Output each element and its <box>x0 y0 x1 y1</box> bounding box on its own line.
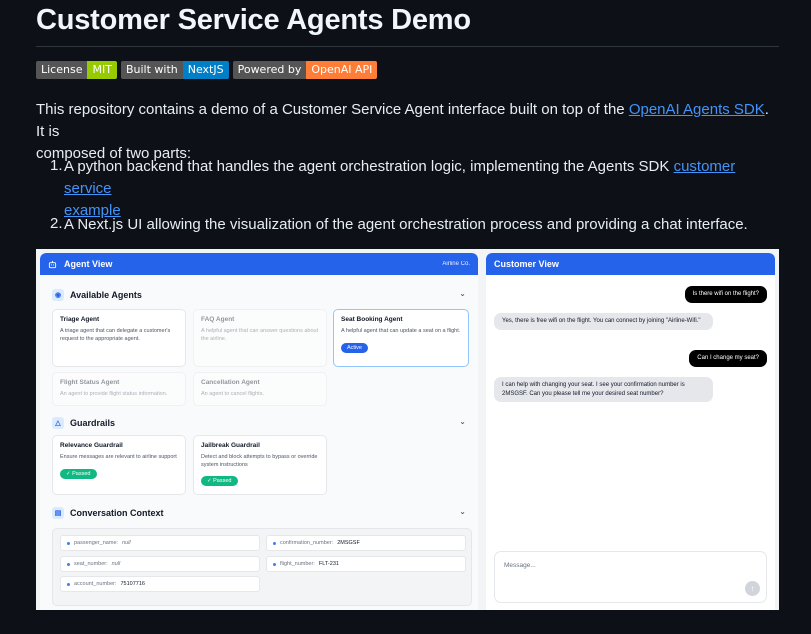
bullet-icon <box>67 562 70 566</box>
guardrails-header[interactable]: △ Guardrails <box>52 417 115 429</box>
airline-name: Airline Co. <box>442 261 470 267</box>
powered-by-badge[interactable]: Powered by OpenAI API <box>232 61 378 79</box>
passed-badge: ✓ Passed <box>201 476 238 486</box>
demo-screenshot: Agent View Airline Co. ◉ Available Agent… <box>36 249 779 610</box>
customer-view-title: Customer View <box>494 259 559 269</box>
message-placeholder: Message... <box>504 562 536 569</box>
context-field-flight-number: flight_number: FLT-231 <box>266 556 466 572</box>
agents-sdk-link[interactable]: OpenAI Agents SDK <box>629 101 765 118</box>
bot-icon <box>48 260 57 269</box>
bullet-icon <box>67 541 70 545</box>
bullet-icon <box>273 562 276 566</box>
customer-view-header: Customer View <box>486 253 775 275</box>
bullet-icon <box>273 541 276 545</box>
passed-badge: ✓ Passed <box>60 468 97 479</box>
context-field-passenger-name: passenger_name: null <box>60 535 260 551</box>
conversation-context-header[interactable]: ▤ Conversation Context <box>52 507 164 519</box>
message-input[interactable]: Message... ↑ <box>494 551 767 603</box>
customer-view-panel: Customer View Is there wifi on the fligh… <box>486 253 775 610</box>
agent-card-faq[interactable]: FAQ Agent A helpful agent that can answe… <box>193 309 327 367</box>
context-field-confirmation-number: confirmation_number: 2MSGSF <box>266 535 466 551</box>
active-badge: Active <box>341 342 368 353</box>
bullet-icon <box>67 582 70 586</box>
assistant-message: I can help with changing your seat. I se… <box>494 377 713 402</box>
list-item: A python backend that handles the agent … <box>64 158 736 219</box>
badge-row: License MIT Built with NextJS Powered by… <box>36 61 378 79</box>
agent-card-seat-booking[interactable]: Seat Booking Agent A helpful agent that … <box>333 309 469 367</box>
guardrail-card-relevance[interactable]: Relevance Guardrail Ensure messages are … <box>52 435 186 495</box>
available-agents-header[interactable]: ◉ Available Agents <box>52 289 142 301</box>
assistant-message: Yes, there is free wifi on the flight. Y… <box>494 313 713 330</box>
agent-view-title: Agent View <box>64 259 113 269</box>
list-number: 1. <box>50 157 63 174</box>
chevron-down-icon[interactable]: ⌄ <box>459 417 466 426</box>
agent-card-flight-status[interactable]: Flight Status Agent An agent to provide … <box>52 372 186 406</box>
title-divider <box>36 46 779 47</box>
list-number: 2. <box>50 215 63 232</box>
user-message: Is there wifi on the flight? <box>684 286 767 303</box>
context-fields: passenger_name: null confirmation_number… <box>52 528 472 606</box>
agent-view-header: Agent View Airline Co. <box>40 253 478 275</box>
user-message: Can I change my seat? <box>689 350 767 367</box>
chevron-down-icon[interactable]: ⌄ <box>459 507 466 516</box>
license-badge[interactable]: License MIT <box>36 61 117 79</box>
context-field-seat-number: seat_number: null <box>60 556 260 572</box>
agent-card-cancellation[interactable]: Cancellation Agent An agent to cancel fl… <box>193 372 327 406</box>
shield-icon: △ <box>52 417 64 429</box>
context-field-account-number: account_number: 75107716 <box>60 576 260 592</box>
send-button[interactable]: ↑ <box>745 581 760 596</box>
chevron-down-icon[interactable]: ⌄ <box>459 289 466 298</box>
agent-card-triage[interactable]: Triage Agent A triage agent that can del… <box>52 309 186 367</box>
document-icon: ▤ <box>52 507 64 519</box>
guardrail-card-jailbreak[interactable]: Jailbreak Guardrail Detect and block att… <box>193 435 327 495</box>
readme-title: Customer Service Agents Demo <box>36 4 471 36</box>
list-item: A Next.js UI allowing the visualization … <box>64 216 748 233</box>
agent-view-panel: Agent View Airline Co. ◉ Available Agent… <box>40 253 478 610</box>
bot-icon: ◉ <box>52 289 64 301</box>
built-with-badge[interactable]: Built with NextJS <box>120 61 229 79</box>
